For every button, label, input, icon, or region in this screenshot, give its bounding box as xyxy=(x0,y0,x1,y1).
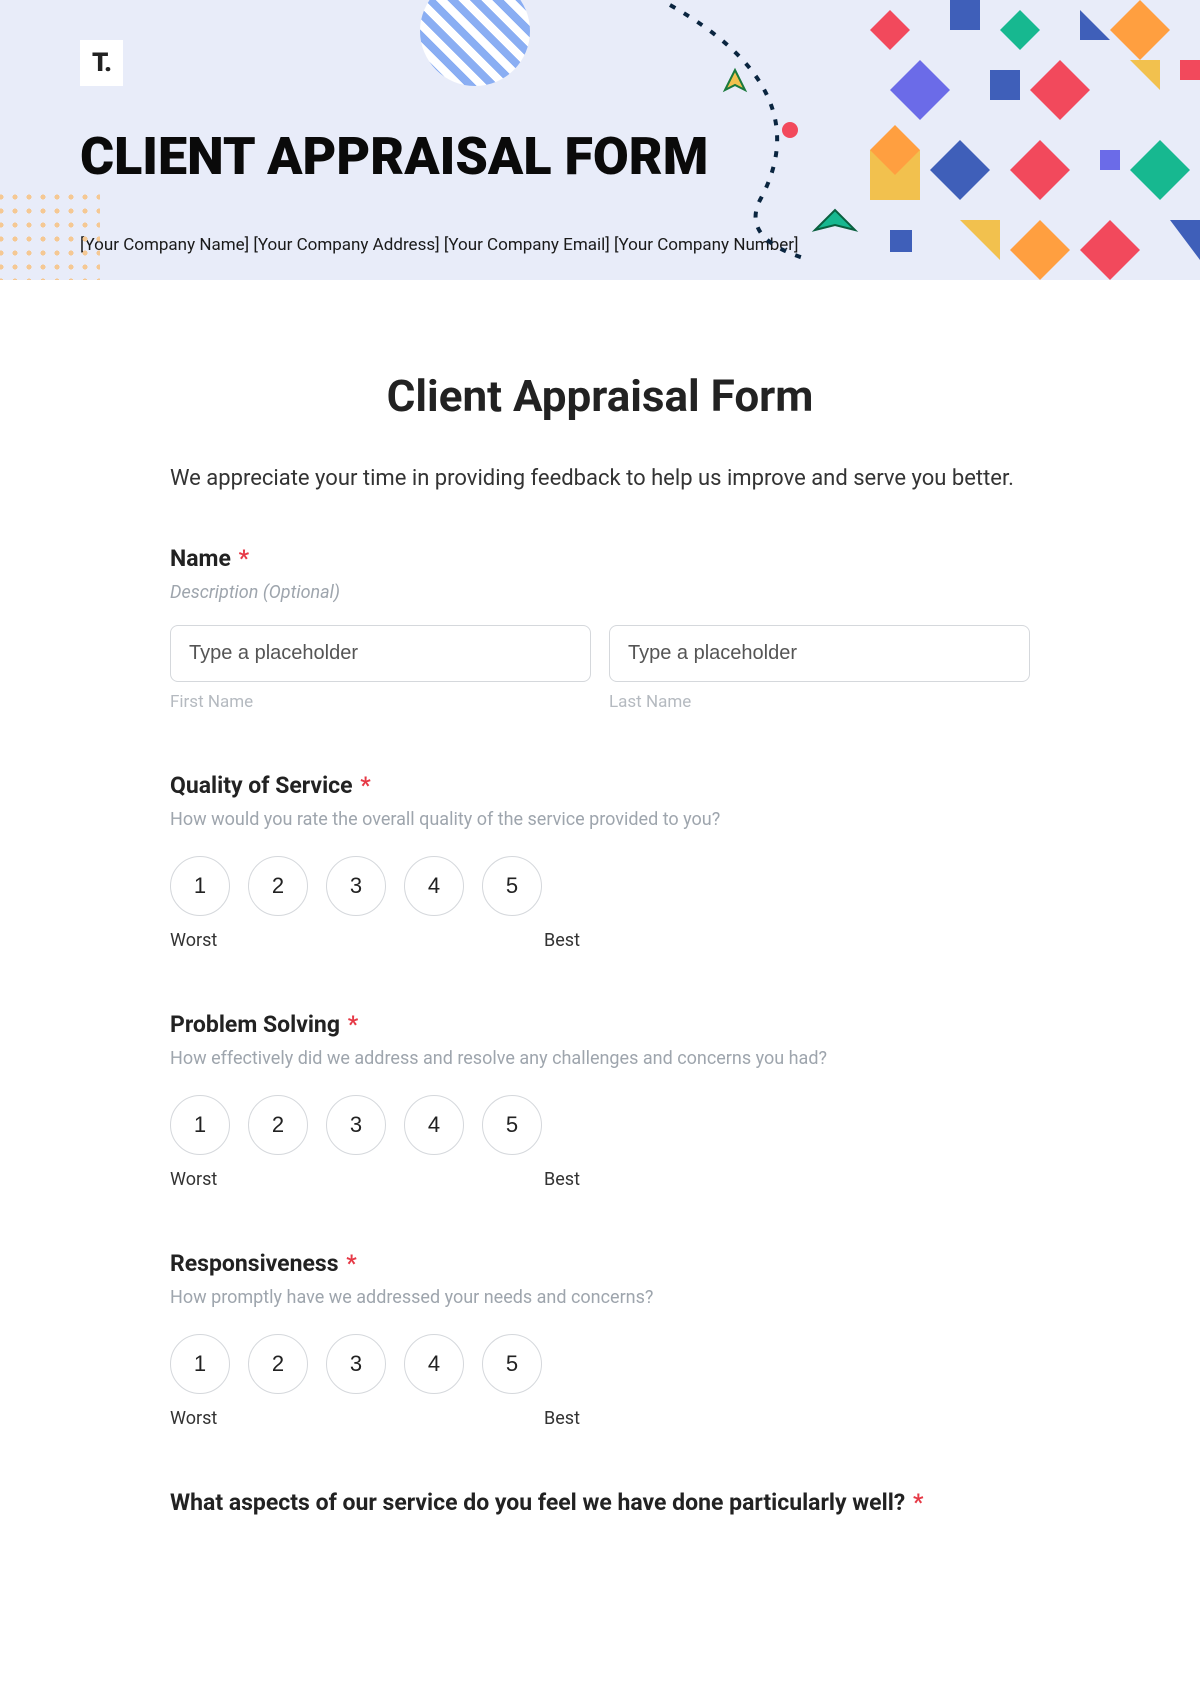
responsiveness-help: How promptly have we addressed your need… xyxy=(170,1287,1030,1308)
problem-high-label: Best xyxy=(544,1169,580,1190)
name-label-text: Name xyxy=(170,545,231,572)
responsiveness-rating-4[interactable]: 4 xyxy=(404,1334,464,1394)
problem-rating-5[interactable]: 5 xyxy=(482,1095,542,1155)
last-name-sublabel: Last Name xyxy=(609,692,1030,712)
required-marker: * xyxy=(346,1250,356,1277)
required-marker: * xyxy=(348,1011,358,1038)
aspects-label: What aspects of our service do you feel … xyxy=(170,1489,1030,1516)
problem-rating-4[interactable]: 4 xyxy=(404,1095,464,1155)
first-name-input[interactable] xyxy=(170,625,591,682)
name-description: Description (Optional) xyxy=(170,582,1030,603)
quality-rating-4[interactable]: 4 xyxy=(404,856,464,916)
decorative-dots xyxy=(0,190,100,280)
field-quality: Quality of Service * How would you rate … xyxy=(170,772,1030,951)
problem-low-label: Worst xyxy=(170,1169,217,1190)
form-title: Client Appraisal Form xyxy=(170,370,1030,422)
field-responsiveness: Responsiveness * How promptly have we ad… xyxy=(170,1250,1030,1429)
responsiveness-rating-5[interactable]: 5 xyxy=(482,1334,542,1394)
quality-label-text: Quality of Service xyxy=(170,772,353,799)
quality-low-label: Worst xyxy=(170,930,217,951)
required-marker: * xyxy=(913,1489,923,1516)
responsiveness-low-label: Worst xyxy=(170,1408,217,1429)
problem-rating-row: 1 2 3 4 5 xyxy=(170,1095,1030,1155)
name-label: Name * xyxy=(170,545,1030,572)
quality-help: How would you rate the overall quality o… xyxy=(170,809,1030,830)
brand-logo: T. xyxy=(80,40,123,86)
required-marker: * xyxy=(239,545,249,572)
problem-help: How effectively did we address and resol… xyxy=(170,1048,1030,1069)
last-name-input[interactable] xyxy=(609,625,1030,682)
problem-rating-3[interactable]: 3 xyxy=(326,1095,386,1155)
responsiveness-scale-labels: Worst Best xyxy=(170,1408,580,1429)
field-aspects: What aspects of our service do you feel … xyxy=(170,1489,1030,1516)
quality-rating-row: 1 2 3 4 5 xyxy=(170,856,1030,916)
problem-rating-1[interactable]: 1 xyxy=(170,1095,230,1155)
problem-rating-2[interactable]: 2 xyxy=(248,1095,308,1155)
responsiveness-label: Responsiveness * xyxy=(170,1250,1030,1277)
responsiveness-label-text: Responsiveness xyxy=(170,1250,339,1277)
quality-rating-3[interactable]: 3 xyxy=(326,856,386,916)
quality-scale-labels: Worst Best xyxy=(170,930,580,951)
problem-label-text: Problem Solving xyxy=(170,1011,340,1038)
form-intro: We appreciate your time in providing fee… xyxy=(170,462,1030,495)
field-problem: Problem Solving * How effectively did we… xyxy=(170,1011,1030,1190)
problem-label: Problem Solving * xyxy=(170,1011,1030,1038)
responsiveness-rating-row: 1 2 3 4 5 xyxy=(170,1334,1030,1394)
first-name-sublabel: First Name xyxy=(170,692,591,712)
responsiveness-rating-3[interactable]: 3 xyxy=(326,1334,386,1394)
aspects-label-text: What aspects of our service do you feel … xyxy=(170,1489,905,1516)
quality-rating-5[interactable]: 5 xyxy=(482,856,542,916)
responsiveness-rating-2[interactable]: 2 xyxy=(248,1334,308,1394)
field-name: Name * Description (Optional) First Name… xyxy=(170,545,1030,712)
quality-high-label: Best xyxy=(544,930,580,951)
responsiveness-rating-1[interactable]: 1 xyxy=(170,1334,230,1394)
decorative-stripes-icon xyxy=(420,0,530,86)
quality-label: Quality of Service * xyxy=(170,772,1030,799)
quality-rating-2[interactable]: 2 xyxy=(248,856,308,916)
required-marker: * xyxy=(360,772,370,799)
quality-rating-1[interactable]: 1 xyxy=(170,856,230,916)
hero-banner: T. CLIENT APPRAISAL FORM [Your Company N… xyxy=(0,0,1200,280)
responsiveness-high-label: Best xyxy=(544,1408,580,1429)
problem-scale-labels: Worst Best xyxy=(170,1169,580,1190)
form-container: Client Appraisal Form We appreciate your… xyxy=(130,280,1070,1586)
decorative-geometric-art xyxy=(640,0,1200,280)
